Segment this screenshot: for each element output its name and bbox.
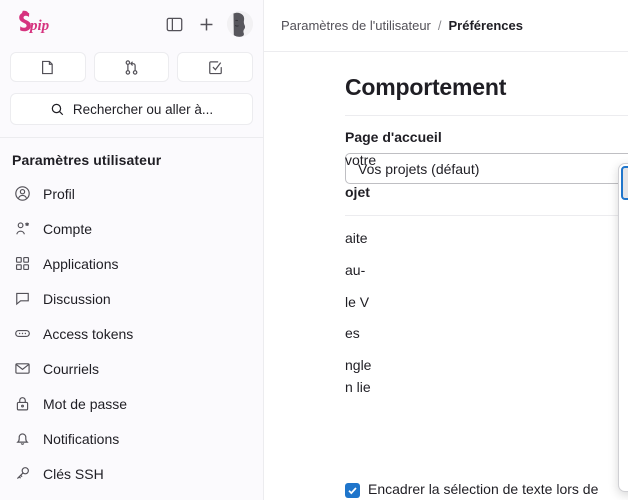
issues-button[interactable] bbox=[10, 52, 86, 82]
sidebar-item-cles-ssh[interactable]: Clés SSH bbox=[8, 456, 255, 491]
sidebar-item-label: Applications bbox=[43, 255, 119, 272]
sidebar-item-mot-de-passe[interactable]: Mot de passe bbox=[8, 386, 255, 421]
sidebar-item-courriels[interactable]: Courriels bbox=[8, 351, 255, 386]
search-icon bbox=[50, 102, 65, 117]
svg-text:pip: pip bbox=[28, 18, 50, 34]
app-root: pip Rechercher ou aller à... Paramètres … bbox=[0, 0, 628, 500]
dropdown-option[interactable]: Votre liste de pense-bêtes bbox=[619, 378, 628, 414]
bg-fragment: aite bbox=[345, 230, 368, 247]
dropdown-option[interactable]: Votre activité bbox=[619, 236, 628, 272]
dropdown-option[interactable]: Vos groupes bbox=[619, 342, 628, 378]
sidebar-item-label: Profil bbox=[43, 185, 75, 202]
breadcrumb-separator: / bbox=[437, 18, 442, 33]
page-title: Comportement bbox=[345, 74, 507, 100]
sidebar-item-compte[interactable]: Compte bbox=[8, 211, 255, 246]
bg-fragment: ngle bbox=[345, 357, 372, 374]
dropdown-option[interactable]: Assigned issues bbox=[619, 414, 628, 450]
bg-fragment: au- bbox=[345, 262, 366, 279]
sidebar-item-label: Compte bbox=[43, 220, 93, 237]
dropdown-option[interactable]: ✓ Vos projets (défaut) bbox=[621, 166, 628, 200]
sidebar-item-access-tokens[interactable]: Access tokens bbox=[8, 316, 255, 351]
bg-fragment: ojet bbox=[345, 183, 370, 200]
envelope-icon bbox=[13, 360, 31, 378]
search-input[interactable]: Rechercher ou aller à... bbox=[10, 93, 253, 125]
bg-fragment: votre bbox=[345, 152, 377, 168]
dropdown-option[interactable]: Requêtes de fusion assignées bbox=[619, 449, 628, 491]
sidebar-item-discussion[interactable]: Discussion bbox=[8, 281, 255, 316]
breadcrumb: Paramètres de l'utilisateur / Préférence… bbox=[264, 0, 628, 52]
occluded-background-text: votre ojet aite au- le V es ngle n lie bbox=[345, 150, 628, 399]
sidebar: pip Rechercher ou aller à... Paramètres … bbox=[0, 0, 264, 500]
dropdown-option[interactable]: Activité des projets favoris bbox=[619, 307, 628, 343]
text-selection-checkbox-row: Encadrer la sélection de texte lors de bbox=[345, 481, 598, 498]
bg-fragment: n lie bbox=[345, 378, 371, 395]
lock-icon bbox=[13, 395, 31, 413]
sidebar-item-label: Courriels bbox=[43, 360, 100, 377]
sidebar-section-title: Paramètres utilisateur bbox=[12, 152, 162, 168]
spip-logo[interactable]: pip bbox=[10, 7, 64, 41]
search-placeholder: Rechercher ou aller à... bbox=[72, 101, 214, 117]
user-circle-icon bbox=[13, 185, 31, 203]
sidebar-header: pip bbox=[0, 0, 263, 48]
title-divider bbox=[345, 115, 628, 116]
bg-fragment: le V bbox=[345, 293, 370, 310]
homepage-label: Page d'accueil bbox=[345, 129, 442, 145]
avatar[interactable] bbox=[227, 11, 253, 37]
user-settings-icon bbox=[13, 220, 31, 238]
bg-divider bbox=[345, 215, 628, 217]
sidebar-item-label: Mot de passe bbox=[43, 395, 128, 412]
sidebar-quick-actions bbox=[0, 48, 263, 82]
sidebar-nav: Profil Compte Applications Discussion Ac… bbox=[0, 176, 263, 491]
bg-fragment: es bbox=[345, 325, 360, 342]
sidebar-item-label: Notifications bbox=[43, 430, 120, 447]
checkbox-label: Encadrer la sélection de texte lors de bbox=[368, 481, 599, 497]
main-content: Paramètres de l'utilisateur / Préférence… bbox=[264, 0, 628, 500]
dropdown-option[interactable]: Projets favoris bbox=[619, 200, 628, 236]
sidebar-item-label: Discussion bbox=[43, 290, 111, 307]
plus-icon[interactable] bbox=[191, 9, 221, 39]
panel-icon[interactable] bbox=[159, 9, 189, 39]
sidebar-item-label: Clés SSH bbox=[43, 465, 104, 482]
breadcrumb-current: Préférences bbox=[448, 18, 523, 33]
token-icon bbox=[13, 325, 31, 343]
sidebar-item-profil[interactable]: Profil bbox=[8, 176, 255, 211]
homepage-dropdown-list[interactable]: ✓ Vos projets (défaut) Projets favoris V… bbox=[618, 163, 628, 492]
breadcrumb-root[interactable]: Paramètres de l'utilisateur bbox=[281, 18, 431, 33]
checkbox-checked-icon[interactable] bbox=[345, 483, 360, 498]
bell-icon bbox=[13, 430, 31, 448]
grid-apps-icon bbox=[13, 255, 31, 273]
key-icon bbox=[13, 465, 31, 483]
todo-button[interactable] bbox=[177, 52, 254, 82]
sidebar-item-label: Access tokens bbox=[43, 325, 134, 342]
sidebar-item-applications[interactable]: Applications bbox=[8, 246, 255, 281]
merge-request-button[interactable] bbox=[93, 52, 170, 82]
comment-icon bbox=[13, 290, 31, 308]
dropdown-option[interactable]: Activité de vos projets bbox=[619, 271, 628, 307]
sidebar-item-notifications[interactable]: Notifications bbox=[8, 421, 255, 456]
